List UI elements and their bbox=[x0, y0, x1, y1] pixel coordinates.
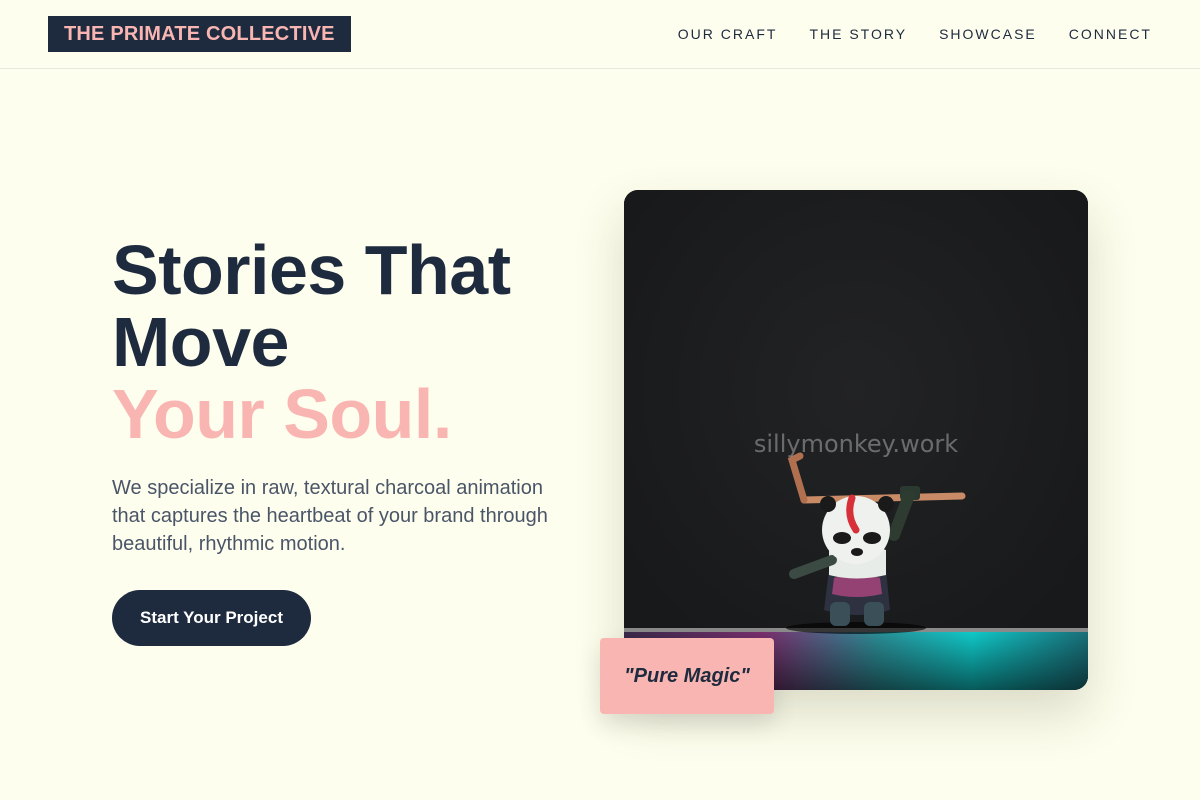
nav-link-connect[interactable]: CONNECT bbox=[1069, 24, 1152, 44]
nav-link-showcase[interactable]: SHOWCASE bbox=[939, 24, 1037, 44]
hero-description: We specialize in raw, textural charcoal … bbox=[112, 477, 548, 555]
hero-headline: Stories That Move Your Soul. bbox=[112, 234, 592, 450]
image-watermark: sillymonkey.work bbox=[753, 430, 959, 458]
main-nav: OUR CRAFT THE STORY SHOWCASE CONNECT bbox=[678, 24, 1152, 44]
start-project-button[interactable]: Start Your Project bbox=[112, 590, 311, 646]
nav-link-our-craft[interactable]: OUR CRAFT bbox=[678, 24, 778, 44]
headline-line-1: Stories That bbox=[112, 231, 511, 309]
headline-accent: Your Soul. bbox=[112, 375, 452, 453]
page: THE PRIMATE COLLECTIVE OUR CRAFT THE STO… bbox=[0, 0, 1200, 800]
nav-link-the-story[interactable]: THE STORY bbox=[809, 24, 907, 44]
quote-badge: "Pure Magic" bbox=[600, 638, 774, 714]
site-logo[interactable]: THE PRIMATE COLLECTIVE bbox=[48, 16, 351, 52]
headline-line-2: Move bbox=[112, 303, 289, 381]
hero-image: sillymonkey.work bbox=[624, 190, 1088, 690]
site-header: THE PRIMATE COLLECTIVE OUR CRAFT THE STO… bbox=[0, 0, 1200, 69]
